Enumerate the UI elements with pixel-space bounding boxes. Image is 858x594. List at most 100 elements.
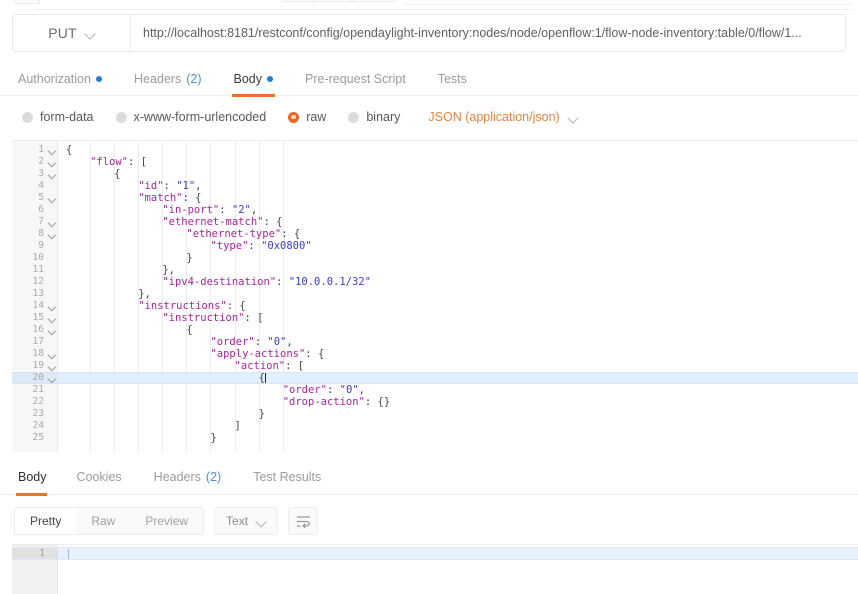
code-line: } — [58, 252, 193, 264]
body-type-binary[interactable]: binary — [348, 110, 400, 124]
body-type-options: form-data x-www-form-urlencoded raw bina… — [0, 98, 858, 136]
body-type-urlencoded-label: x-www-form-urlencoded — [134, 110, 267, 124]
editor-line-number: 13 — [12, 288, 58, 300]
response-tab-cookies[interactable]: Cookies — [61, 460, 138, 495]
fold-chevron-icon[interactable] — [48, 324, 57, 336]
response-format-selector[interactable]: Text — [214, 507, 278, 535]
radio-binary-icon[interactable] — [348, 112, 359, 123]
text-caret — [265, 373, 266, 383]
body-type-raw-label: raw — [306, 110, 326, 124]
code-line: "ethernet-type": { — [58, 228, 300, 240]
response-line-number: 1 — [12, 548, 58, 560]
tab-authorization[interactable]: Authorization — [14, 62, 118, 96]
fold-chevron-icon[interactable] — [48, 144, 57, 156]
code-line: ] — [58, 420, 241, 432]
editor-line-number: 11 — [12, 264, 58, 276]
tab-authorization-label: Authorization — [18, 72, 91, 86]
http-method-label: PUT — [48, 25, 77, 41]
editor-line-number: 9 — [12, 240, 58, 252]
response-tab-bar: Body Cookies Headers (2) Test Results — [0, 460, 858, 495]
fold-chevron-icon[interactable] — [48, 216, 57, 228]
view-mode-pretty-button[interactable]: Pretty — [15, 507, 76, 535]
tab-tests-label: Tests — [438, 72, 467, 86]
body-type-raw[interactable]: raw — [288, 110, 326, 124]
radio-urlencoded-icon[interactable] — [116, 112, 127, 123]
editor-line-number: 4 — [12, 180, 58, 192]
response-tab-headers-count: (2) — [206, 470, 221, 484]
editor-line-number: 6 — [12, 204, 58, 216]
code-line: { — [58, 372, 266, 384]
request-url-input[interactable]: http://localhost:8181/restconf/config/op… — [131, 15, 845, 51]
response-format-label: Text — [226, 514, 248, 528]
fold-chevron-icon[interactable] — [48, 300, 57, 312]
response-tab-body-label: Body — [18, 470, 47, 484]
body-type-binary-label: binary — [366, 110, 400, 124]
code-line: "ethernet-match": { — [58, 216, 282, 228]
editor-line-number: 22 — [12, 396, 58, 408]
fold-chevron-icon[interactable] — [48, 312, 57, 324]
editor-line-number: 12 — [12, 276, 58, 288]
editor-line-number: 25 — [12, 432, 58, 444]
request-body-editor[interactable]: 1{2"flow": [3{4"id": "1",5"match": {6"in… — [12, 140, 858, 452]
body-type-form-data[interactable]: form-data — [22, 110, 94, 124]
code-line: "instruction": [ — [58, 312, 263, 324]
request-tab-bar: Authorization Headers (2) Body Pre-reque… — [0, 62, 858, 96]
text-wrap-toggle-button[interactable] — [288, 507, 318, 535]
http-method-selector[interactable]: PUT — [13, 15, 131, 51]
body-status-dot-icon — [267, 76, 273, 82]
code-line: { — [58, 324, 193, 336]
request-url-bar: PUT http://localhost:8181/restconf/confi… — [12, 14, 846, 52]
code-line: { — [58, 144, 72, 156]
fold-chevron-icon[interactable] — [48, 192, 57, 204]
fold-chevron-icon[interactable] — [48, 156, 57, 168]
body-type-form-data-label: form-data — [40, 110, 94, 124]
authorization-status-dot-icon — [96, 76, 102, 82]
view-mode-raw-button[interactable]: Raw — [76, 507, 130, 535]
response-tab-headers-label: Headers — [154, 470, 201, 484]
response-tab-headers[interactable]: Headers (2) — [138, 460, 238, 495]
response-tab-body[interactable]: Body — [14, 460, 61, 495]
content-type-selector[interactable]: JSON (application/json) — [428, 110, 577, 124]
code-line: "match": { — [58, 192, 201, 204]
radio-raw-icon[interactable] — [288, 112, 299, 123]
editor-line-number: 21 — [12, 384, 58, 396]
tab-pre-request-script[interactable]: Pre-request Script — [289, 62, 422, 96]
code-line: "instructions": { — [58, 300, 246, 312]
response-text-caret — [68, 549, 69, 559]
code-line: "drop-action": {} — [58, 396, 390, 408]
window-chrome-fragments — [0, 0, 858, 12]
view-mode-preview-button[interactable]: Preview — [130, 507, 203, 535]
code-line: }, — [58, 264, 175, 276]
fold-chevron-icon[interactable] — [48, 228, 57, 240]
text-wrap-icon — [296, 515, 311, 528]
code-line: "id": "1", — [58, 180, 201, 192]
fold-chevron-icon[interactable] — [48, 360, 57, 372]
fold-chevron-icon[interactable] — [48, 168, 57, 180]
response-view-mode-group: Pretty Raw Preview — [14, 507, 204, 535]
chevron-down-icon — [86, 29, 95, 38]
code-line: { — [58, 168, 120, 180]
code-line: "order": "0", — [58, 384, 365, 396]
tab-body[interactable]: Body — [218, 62, 290, 96]
tab-tests[interactable]: Tests — [422, 62, 483, 96]
tab-headers-label: Headers — [134, 72, 181, 86]
code-line: "flow": [ — [58, 156, 147, 168]
code-line: } — [58, 432, 217, 444]
code-line: "action": [ — [58, 360, 304, 372]
body-type-urlencoded[interactable]: x-www-form-urlencoded — [116, 110, 267, 124]
fold-chevron-icon[interactable] — [48, 348, 57, 360]
chevron-down-icon — [257, 517, 266, 526]
editor-line-number: 24 — [12, 420, 58, 432]
code-line: "apply-actions": { — [58, 348, 324, 360]
response-body-editor[interactable]: 1 — [12, 544, 858, 594]
code-line: "ipv4-destination": "10.0.0.1/32" — [58, 276, 371, 288]
tab-body-label: Body — [234, 72, 263, 86]
fold-chevron-icon[interactable] — [48, 372, 57, 384]
response-tab-test-results[interactable]: Test Results — [237, 460, 337, 495]
postman-request-window: PUT http://localhost:8181/restconf/confi… — [0, 0, 858, 594]
tab-headers[interactable]: Headers (2) — [118, 62, 218, 96]
code-line: "in-port": "2", — [58, 204, 257, 216]
radio-form-data-icon[interactable] — [22, 112, 33, 123]
code-line: } — [58, 408, 265, 420]
editor-line-number: 10 — [12, 252, 58, 264]
